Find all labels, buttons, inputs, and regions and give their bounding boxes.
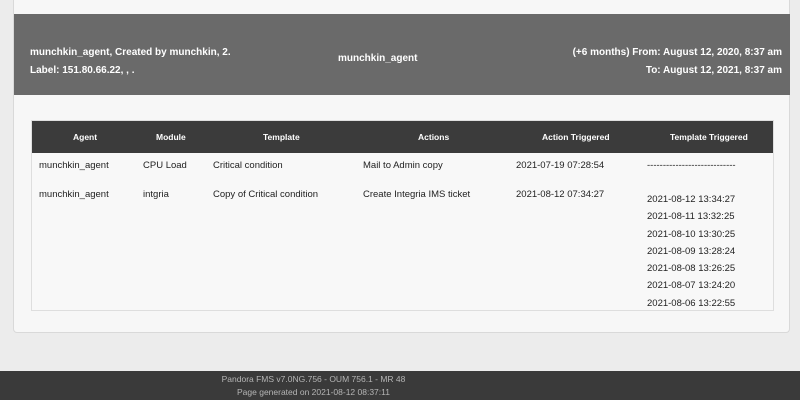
cell-action-triggered: 2021-08-12 07:34:27	[516, 189, 605, 200]
column-header-template: Template	[263, 132, 300, 142]
date-range-to: To: August 12, 2021, 8:37 am	[645, 65, 782, 76]
agent-info: munchkin_agent, Created by munchkin, 2. …	[30, 44, 231, 80]
date-range: (+6 months) From: August 12, 2020, 8:37 …	[573, 44, 782, 80]
footer-version: Pandora FMS v7.0NG.756 - OUM 756.1 - MR …	[221, 374, 406, 384]
cell-agent: munchkin_agent	[39, 160, 109, 171]
column-header-actions: Actions	[418, 132, 450, 142]
page-footer: Pandora FMS v7.0NG.756 - OUM 756.1 - MR …	[0, 371, 800, 400]
template-triggered-list: 2021-08-12 13:34:27 2021-08-11 13:32:25 …	[647, 191, 735, 312]
table-header: Agent Module Template Actions Action Tri…	[32, 121, 773, 153]
agent-title: munchkin_agent	[338, 53, 418, 64]
template-triggered-item: 2021-08-08 13:26:25	[647, 263, 736, 275]
report-header: munchkin_agent, Created by munchkin, 2. …	[14, 14, 790, 95]
agent-label: Label: 151.80.66.22, , .	[30, 65, 135, 76]
cell-template: Copy of Critical condition	[213, 189, 319, 200]
column-header-template-triggered: Template Triggered	[670, 132, 748, 142]
template-triggered-item: 2021-08-06 13:22:55	[647, 297, 736, 309]
column-header-agent: Agent	[73, 132, 98, 142]
cell-module: intgria	[143, 189, 169, 200]
cell-action: Create Integria IMS ticket	[363, 189, 471, 200]
cell-agent: munchkin_agent	[39, 189, 109, 200]
cell-template-triggered: ----------------------------	[647, 160, 736, 171]
cell-action: Mail to Admin copy	[363, 160, 443, 171]
footer-generated: Page generated on 2021-08-12 08:37:11	[237, 386, 390, 397]
cell-action-triggered: 2021-07-19 07:28:54	[516, 160, 605, 171]
cell-module: CPU Load	[143, 160, 187, 171]
template-triggered-item: 2021-08-12 13:34:27	[647, 194, 736, 205]
date-range-from: (+6 months) From: August 12, 2020, 8:37 …	[572, 47, 782, 58]
template-triggered-item: 2021-08-10 13:30:25	[647, 228, 736, 240]
report-card: munchkin_agent, Created by munchkin, 2. …	[13, 0, 790, 333]
cell-template: Critical condition	[213, 160, 283, 171]
template-triggered-item: 2021-08-11 13:32:25	[647, 211, 735, 223]
column-header-module: Module	[156, 132, 186, 142]
template-triggered-item: 2021-08-07 13:24:20	[647, 280, 736, 292]
column-header-action-triggered: Action Triggered	[542, 132, 610, 142]
template-triggered-item: 2021-08-09 13:28:24	[647, 245, 736, 257]
alerts-table: Agent Module Template Actions Action Tri…	[31, 120, 774, 311]
agent-created-by: munchkin_agent, Created by munchkin, 2.	[30, 47, 231, 58]
